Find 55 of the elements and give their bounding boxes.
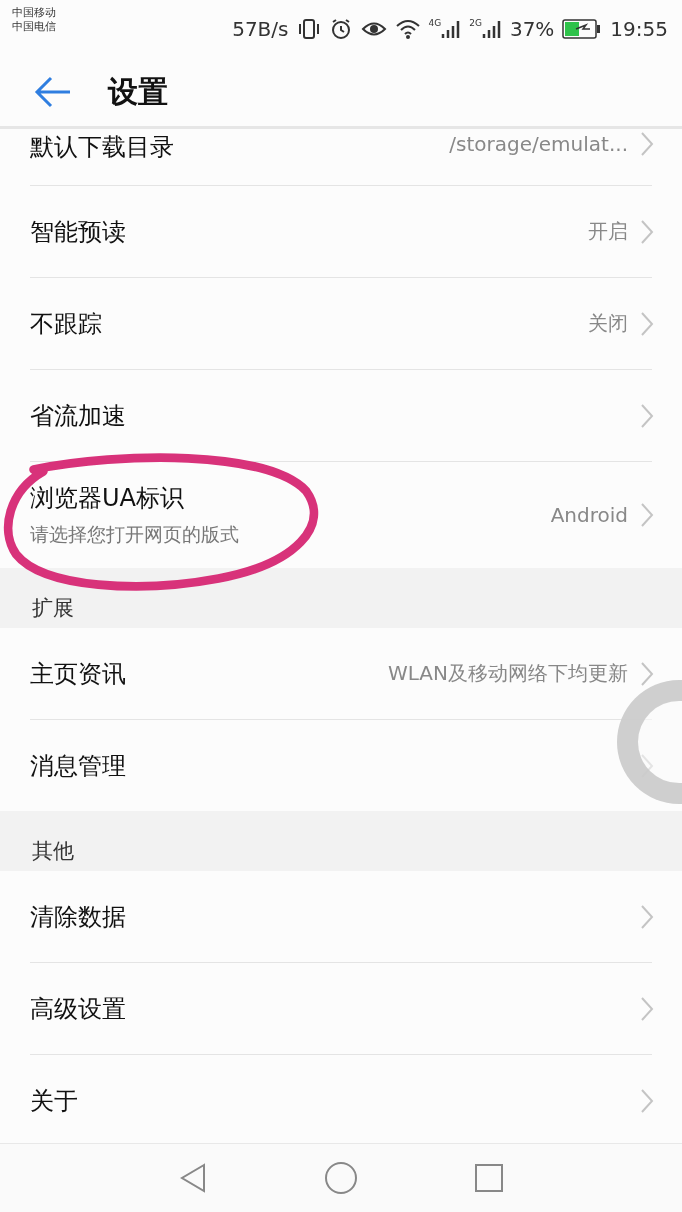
setting-value: Android	[550, 503, 628, 527]
section-header: 其他	[0, 811, 682, 871]
setting-label: 不跟踪	[30, 308, 103, 340]
settings-row[interactable]: 关于	[30, 1055, 652, 1146]
signal-icon	[481, 18, 502, 40]
setting-label: 默认下载目录	[30, 132, 175, 163]
setting-value: 关闭	[588, 310, 628, 337]
setting-label: 高级设置	[30, 993, 127, 1025]
settings-row[interactable]: 省流加速	[30, 370, 652, 462]
chevron-right-icon	[640, 402, 654, 429]
chevron-right-icon	[640, 660, 654, 687]
signal-icon	[441, 18, 462, 40]
chevron-right-icon	[640, 131, 654, 157]
clock-time: 19:55	[610, 17, 668, 41]
square-recents-icon	[474, 1163, 504, 1193]
carrier-name: 中国电信	[12, 20, 56, 34]
settings-row[interactable]: 默认下载目录 /storage/emulat...	[30, 129, 652, 186]
settings-row[interactable]: 不跟踪 关闭	[30, 278, 652, 370]
vibrate-icon	[296, 17, 321, 41]
chevron-right-icon	[640, 218, 654, 245]
chevron-right-icon	[640, 995, 654, 1022]
battery-charging-icon	[562, 18, 603, 40]
page-title: 设置	[108, 72, 168, 111]
settings-row[interactable]: 智能预读 开启	[30, 186, 652, 278]
back-arrow-icon	[34, 76, 72, 108]
section-header: 扩展	[0, 568, 682, 628]
network-type: 4G	[428, 18, 442, 28]
settings-row[interactable]: 高级设置	[30, 963, 652, 1055]
setting-label: 智能预读	[30, 216, 127, 248]
chevron-right-icon	[640, 310, 654, 337]
circle-home-icon	[324, 1161, 358, 1195]
setting-label: 关于	[30, 1085, 79, 1117]
network-type: 2G	[469, 18, 482, 28]
settings-row[interactable]: 浏览器UA标识 请选择您打开网页的版式 Android	[30, 462, 652, 568]
wifi-icon	[394, 18, 421, 40]
triangle-back-icon	[178, 1162, 208, 1194]
setting-label: 清除数据	[30, 901, 127, 933]
setting-label: 消息管理	[30, 750, 127, 782]
battery-percent: 37%	[509, 17, 555, 41]
setting-value: /storage/emulat...	[449, 132, 628, 156]
chevron-right-icon	[640, 1087, 654, 1114]
setting-label: 浏览器UA标识	[30, 483, 185, 514]
setting-value: 开启	[588, 218, 628, 245]
carrier-name: 中国移动	[12, 6, 56, 20]
settings-row[interactable]: 消息管理	[30, 720, 652, 811]
setting-label: 省流加速	[30, 400, 127, 432]
chevron-right-icon	[640, 502, 654, 528]
settings-row[interactable]: 清除数据	[30, 871, 652, 963]
setting-description: 请选择您打开网页的版式	[30, 522, 240, 547]
setting-value: WLAN及移动网络下均更新	[387, 660, 628, 687]
back-button[interactable]	[34, 76, 72, 108]
setting-label: 主页资讯	[30, 658, 127, 690]
chevron-right-icon	[640, 903, 654, 930]
network-speed: 57B/s	[232, 17, 289, 41]
settings-row[interactable]: 主页资讯 WLAN及移动网络下均更新	[30, 628, 652, 720]
